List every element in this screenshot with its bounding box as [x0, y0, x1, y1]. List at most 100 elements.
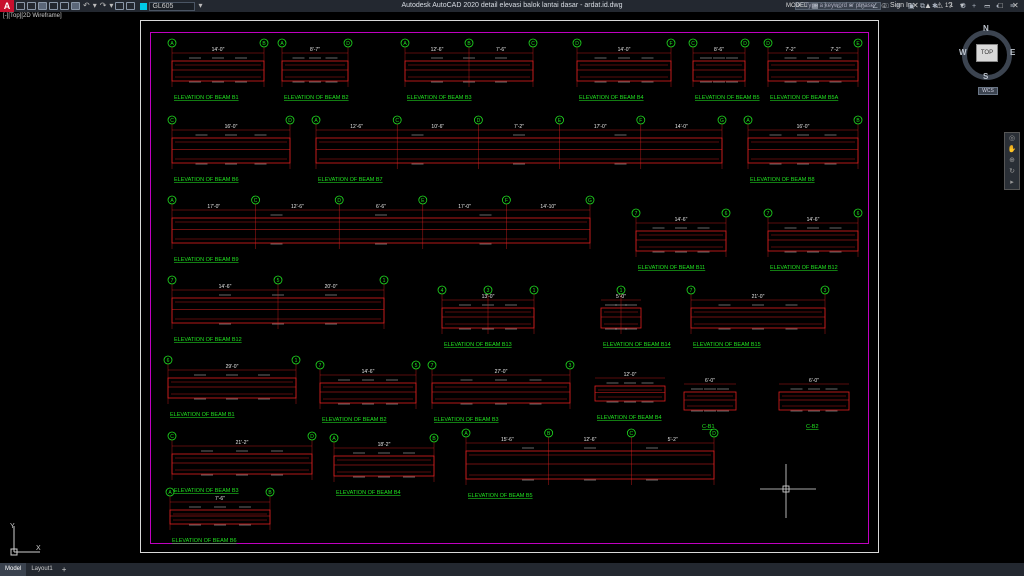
beam-outline — [778, 391, 850, 411]
grid-bubble-label: G — [720, 118, 724, 124]
elevation-label: ELEVATION OF BEAM B3 — [407, 95, 472, 101]
object-snap-tracking-icon[interactable]: ∠ — [872, 2, 878, 11]
grid-bubble-label: A — [168, 490, 172, 496]
customization-icon[interactable]: ≡ — [1010, 2, 1014, 11]
showmotion-icon[interactable]: ▸ — [1005, 177, 1019, 188]
beam-outline — [635, 230, 727, 252]
dimension-text: 7'-2" — [831, 47, 841, 53]
grid-bubble-label: B — [856, 118, 860, 124]
dimension-text: 12'-6" — [431, 47, 444, 53]
grid-bubble-label: D — [712, 431, 716, 437]
grid-bubble-label: D — [575, 41, 579, 47]
elevation-label: ELEVATION OF BEAM B15 — [693, 342, 761, 348]
compass-north[interactable]: N — [983, 24, 989, 33]
model-space-toggle[interactable]: MODEL — [786, 2, 807, 11]
grid-bubble-label: 7 — [171, 278, 174, 284]
dimension-text: 7'-6" — [496, 47, 506, 53]
snap-icon[interactable]: ⁞ — [824, 2, 826, 11]
dimension-text: 5'-2" — [668, 437, 678, 443]
annotation-icon[interactable]: ✱ — [932, 2, 938, 11]
dimension-text: 29'-0" — [226, 364, 239, 370]
dimension-text: 14'-6" — [362, 369, 375, 375]
transparency-icon[interactable]: ▣ — [908, 2, 915, 11]
lineweight-icon[interactable]: ≡ — [896, 2, 900, 11]
dimension-text: 13'-0" — [482, 294, 495, 300]
compass-west[interactable]: W — [959, 48, 967, 57]
beam-outline — [333, 455, 435, 477]
beam-outline — [692, 60, 746, 82]
zoom-icon[interactable]: ⊕ — [1005, 155, 1019, 166]
dimension-text: 5'-0" — [616, 294, 626, 300]
add-layout-button[interactable]: + — [58, 565, 71, 574]
elevation-label: ELEVATION OF BEAM B12 — [174, 337, 242, 343]
isodraft-icon[interactable]: ◇ — [860, 2, 865, 11]
elevation-label: ELEVATION OF BEAM B5 — [468, 493, 533, 499]
dimension-text: 14'-10" — [540, 204, 556, 210]
beam-outline — [319, 382, 417, 404]
ortho-icon[interactable]: ∟ — [836, 2, 843, 11]
dimension-text: 18'-2" — [378, 442, 391, 448]
elevation-label: C-B2 — [806, 424, 819, 430]
grid-bubble-label: D — [477, 118, 481, 124]
grid-bubble-label: B — [467, 41, 471, 47]
dimension-text: 14'-0" — [212, 47, 225, 53]
ucs-y-label: Y — [10, 523, 15, 530]
grid-bubble-label: F — [639, 118, 642, 124]
beam-outline — [281, 60, 349, 82]
ucs-x-label: X — [36, 545, 41, 552]
wcs-menu-button[interactable]: WCS — [978, 87, 998, 95]
elevation-label: ELEVATION OF BEAM B1 — [170, 412, 235, 418]
status-bar: Model Layout1 + — [0, 563, 1024, 576]
grid-icon[interactable]: ▦ — [812, 2, 819, 11]
grid-bubble-label: G — [588, 198, 592, 204]
elevation-label: ELEVATION OF BEAM B1 — [174, 95, 239, 101]
cad-drawing-canvas[interactable]: A B 14'-0" ELEVATION OF BEAM B1 A D 8'-7" ELEVA… — [0, 0, 1024, 576]
grid-bubble-label: 4 — [441, 288, 444, 294]
beam-outline — [767, 60, 859, 82]
grid-bubble-label: A — [332, 436, 336, 442]
elevation-label: ELEVATION OF BEAM B8 — [750, 177, 815, 183]
object-snap-icon[interactable]: □ — [884, 2, 888, 11]
dimension-text: 8'-7" — [310, 47, 320, 53]
compass-east[interactable]: E — [1010, 48, 1015, 57]
pan-icon[interactable]: ✋ — [1005, 144, 1019, 155]
elevation-label: ELEVATION OF BEAM B5A — [770, 95, 839, 101]
beam-outline — [767, 230, 859, 252]
dimension-text: 12'-6" — [584, 437, 597, 443]
grid-bubble-label: A — [170, 198, 174, 204]
viewcube-top-face[interactable]: TOP — [976, 44, 998, 62]
grid-bubble-label: C — [531, 41, 535, 47]
dimension-text: 14'-0" — [675, 124, 688, 130]
annotation-scale[interactable]: 1:1 — [945, 2, 953, 11]
grid-bubble-label: F — [669, 41, 672, 47]
beam-outline — [169, 509, 271, 525]
tab-layout1[interactable]: Layout1 — [26, 563, 57, 576]
tab-model[interactable]: Model — [0, 563, 27, 576]
steering-wheel-icon[interactable]: ◎ — [1005, 133, 1019, 144]
polar-icon[interactable]: ◔ — [848, 2, 852, 11]
beam-outline — [747, 137, 859, 164]
beam-outline — [576, 60, 672, 82]
grid-bubble-label: 7 — [767, 211, 770, 217]
grid-bubble-label: C — [170, 118, 174, 124]
dimension-text: 16'-0" — [797, 124, 810, 130]
grid-bubble-label: A — [170, 41, 174, 47]
orbit-icon[interactable]: ↻ — [1005, 166, 1019, 177]
grid-bubble-label: A — [746, 118, 750, 124]
elevation-label: ELEVATION OF BEAM B3 — [434, 417, 499, 423]
units-icon[interactable]: ▭ — [984, 2, 991, 11]
dimension-text: 14'-0" — [618, 47, 631, 53]
workspace-gear-icon[interactable]: ⚙ — [960, 2, 966, 11]
elevation-label: ELEVATION OF BEAM B3 — [174, 488, 239, 494]
dimension-text: 17'-0" — [594, 124, 607, 130]
dimension-text: 6'-0" — [809, 378, 819, 384]
grid-bubble-label: E — [558, 118, 562, 124]
dimension-text: 14'-6" — [219, 284, 232, 290]
dimension-text: 7'-2" — [514, 124, 524, 130]
selection-cycling-icon[interactable]: ⧉ — [920, 2, 925, 11]
isolate-objects-icon[interactable]: ◐ — [996, 2, 1000, 11]
dimension-text: 6'-0" — [705, 378, 715, 384]
annotation-monitor-icon[interactable]: + — [972, 2, 976, 11]
beam-outline — [431, 382, 571, 404]
compass-south[interactable]: S — [983, 72, 988, 81]
